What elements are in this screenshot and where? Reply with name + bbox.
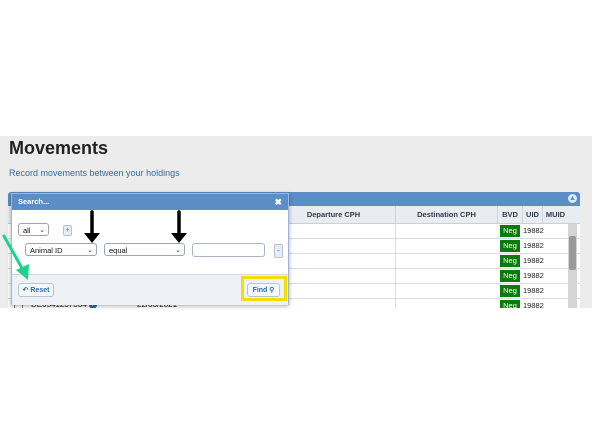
green-arrow-reset [2,234,29,280]
annotation-overlay [2,210,187,280]
black-arrow-operator [171,210,187,243]
black-arrow-field [84,210,100,243]
